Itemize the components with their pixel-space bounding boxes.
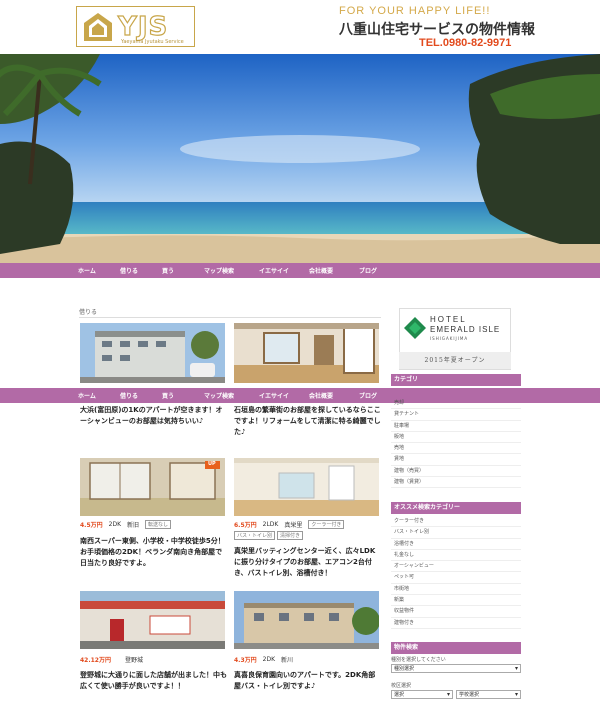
listing-tag[interactable]: バス・トイレ別 (234, 531, 276, 540)
listing-area: 新旧 (127, 522, 140, 529)
listing-meta: 6.5万円 2LDK 真栄里 クーラー付き バス・トイレ別 清掃付き (234, 520, 382, 540)
listing-description[interactable]: 登野城に大通りに面した店舗が出ました！中も広くて使い勝手が良いですよ！！ (80, 670, 228, 692)
feature-heading: オススメ検索カテゴリー (391, 502, 521, 514)
site-logo[interactable]: YJS Yaeyama Jyutaku Service (76, 6, 195, 47)
listing-tag[interactable]: クーラー付き (308, 520, 345, 529)
breadcrumb: 借りる (79, 309, 98, 316)
listing-description[interactable]: 大浜(富田原)の1Kのアパートが空きます！オーシャンビューのお部屋は気持ちいい♪ (80, 405, 228, 427)
school-area-select[interactable]: 選択 (391, 690, 453, 699)
nav-buy[interactable]: 買う (162, 266, 204, 275)
listing-tag[interactable]: 清掃付き (277, 531, 304, 540)
ad-title-line-1: HOTEL (430, 315, 467, 324)
feature-item[interactable]: 建物付き (391, 618, 521, 629)
listing-photo[interactable] (234, 323, 379, 383)
nav-home[interactable]: ホーム (78, 391, 120, 400)
listing-description[interactable]: 真喜良保育園向いのアパートです。2DK角部屋バス・トイレ別ですよ♪ (234, 670, 382, 692)
listing-price: 4.5万円 (80, 522, 103, 529)
feature-item[interactable]: 礼金なし (391, 550, 521, 562)
listing-layout: 2DK (262, 656, 276, 663)
category-item[interactable]: 貸テナント (391, 409, 521, 421)
search-heading: 物件検索 (391, 642, 521, 654)
ad-title-line-2: EMERALD ISLE (430, 325, 501, 334)
feature-list: クーラー付き バス・トイレ別 浴槽付き 礼金なし オーシャンビュー ペット可 市… (391, 516, 521, 629)
feature-item[interactable]: 浴槽付き (391, 539, 521, 550)
type-select[interactable]: 種別選択 (391, 664, 521, 673)
nav-blog[interactable]: ブログ (359, 266, 401, 275)
listing-photo[interactable] (234, 458, 379, 516)
nav-map-search[interactable]: マップ検索 (204, 266, 259, 275)
ad-subtitle: ISHIGAKIJIMA (430, 336, 469, 341)
listing-photo[interactable] (234, 591, 379, 649)
nav-home[interactable]: ホーム (78, 266, 120, 275)
ad-caption: 2015年夏オープン (399, 352, 511, 369)
listing-meta: 42.12万円 登野城 (80, 655, 149, 664)
listing-description[interactable]: 真栄里バッティングセンター近く、広々LDKに振り分けタイプのお部屋、エアコン2台… (234, 546, 382, 579)
nav-map-search[interactable]: マップ検索 (204, 391, 259, 400)
house-logo-icon (84, 12, 112, 41)
listing-photo[interactable] (80, 323, 225, 383)
category-item[interactable]: 売却 (391, 398, 521, 410)
category-list: 売却 貸テナント 駐車場 販地 売地 賃地 建物（売買） 建物（賃貸） (391, 398, 521, 489)
listing-description[interactable]: 南西スーパー東側、小学校・中学校徒歩5分！お手頃価格の2DK！ベランダ南向き角部… (80, 536, 228, 569)
hero-beach-image (0, 54, 600, 263)
category-item[interactable]: 販地 (391, 432, 521, 444)
category-item[interactable]: 売地 (391, 443, 521, 455)
tagline: FOR YOUR HAPPY LIFE!! (339, 5, 491, 17)
listing-meta: 4.3万円 2DK 新川 (234, 655, 299, 664)
category-item[interactable]: 駐車場 (391, 421, 521, 432)
nav-iesaii[interactable]: イエサイイ (259, 266, 309, 275)
new-badge: UP (208, 461, 216, 467)
type-select-label: 種別を選択してください (391, 657, 446, 663)
listing-photo[interactable]: UP (80, 458, 225, 516)
nav-buy[interactable]: 買う (162, 391, 204, 400)
listing-area: 新川 (281, 657, 294, 664)
school-select-label: 校区選択 (391, 683, 412, 689)
feature-item[interactable]: オーシャンビュー (391, 561, 521, 573)
feature-item[interactable]: 収益物件 (391, 606, 521, 618)
feature-item[interactable]: バス・トイレ別 (391, 527, 521, 539)
nav-iesaii[interactable]: イエサイイ (259, 391, 309, 400)
phone-number: TEL.0980-82-9971 (419, 37, 512, 49)
nav-company[interactable]: 会社概要 (309, 266, 359, 275)
listing-price: 6.5万円 (234, 522, 257, 529)
logo-subtitle: Yaeyama Jyutaku Service (121, 39, 184, 45)
category-item[interactable]: 建物（売買） (391, 466, 521, 478)
feature-item[interactable]: 新築 (391, 595, 521, 607)
nav-rent[interactable]: 借りる (120, 266, 162, 275)
site-title: 八重山住宅サービスの物件情報 (339, 22, 535, 38)
feature-item[interactable]: 市街地 (391, 584, 521, 596)
site-header: YJS Yaeyama Jyutaku Service FOR YOUR HAP… (0, 0, 600, 54)
listing-layout: 2LDK (262, 521, 279, 528)
listing-area: 登野城 (124, 657, 143, 664)
divider (79, 317, 381, 318)
category-item[interactable]: 建物（賃貸） (391, 477, 521, 489)
listing-layout: 2DK (108, 521, 122, 528)
category-heading: カテゴリ (391, 374, 521, 386)
listing-area: 真栄里 (284, 522, 303, 529)
logo-text: YJS (117, 11, 169, 42)
category-item[interactable]: 賃地 (391, 454, 521, 466)
nav-rent[interactable]: 借りる (120, 391, 162, 400)
feature-item[interactable]: ペット可 (391, 572, 521, 584)
listing-meta: 4.5万円 2DK 新旧 転送なし (80, 520, 173, 529)
feature-item[interactable]: クーラー付き (391, 516, 521, 528)
main-nav: ホーム 借りる 買う マップ検索 イエサイイ 会社概要 ブログ (0, 263, 600, 278)
listing-description[interactable]: 石垣島の繁華街のお部屋を探しているならここですよ！リフォームをして清潔に特る綺麗… (234, 405, 382, 438)
nav-company[interactable]: 会社概要 (309, 391, 359, 400)
listing-photo[interactable] (80, 591, 225, 649)
listing-price: 42.12万円 (80, 657, 111, 664)
listing-tag[interactable]: 転送なし (145, 520, 172, 529)
emerald-logo-icon (404, 317, 426, 339)
school-select[interactable]: 学校選択 (456, 690, 521, 699)
listing-price: 4.3万円 (234, 657, 257, 664)
